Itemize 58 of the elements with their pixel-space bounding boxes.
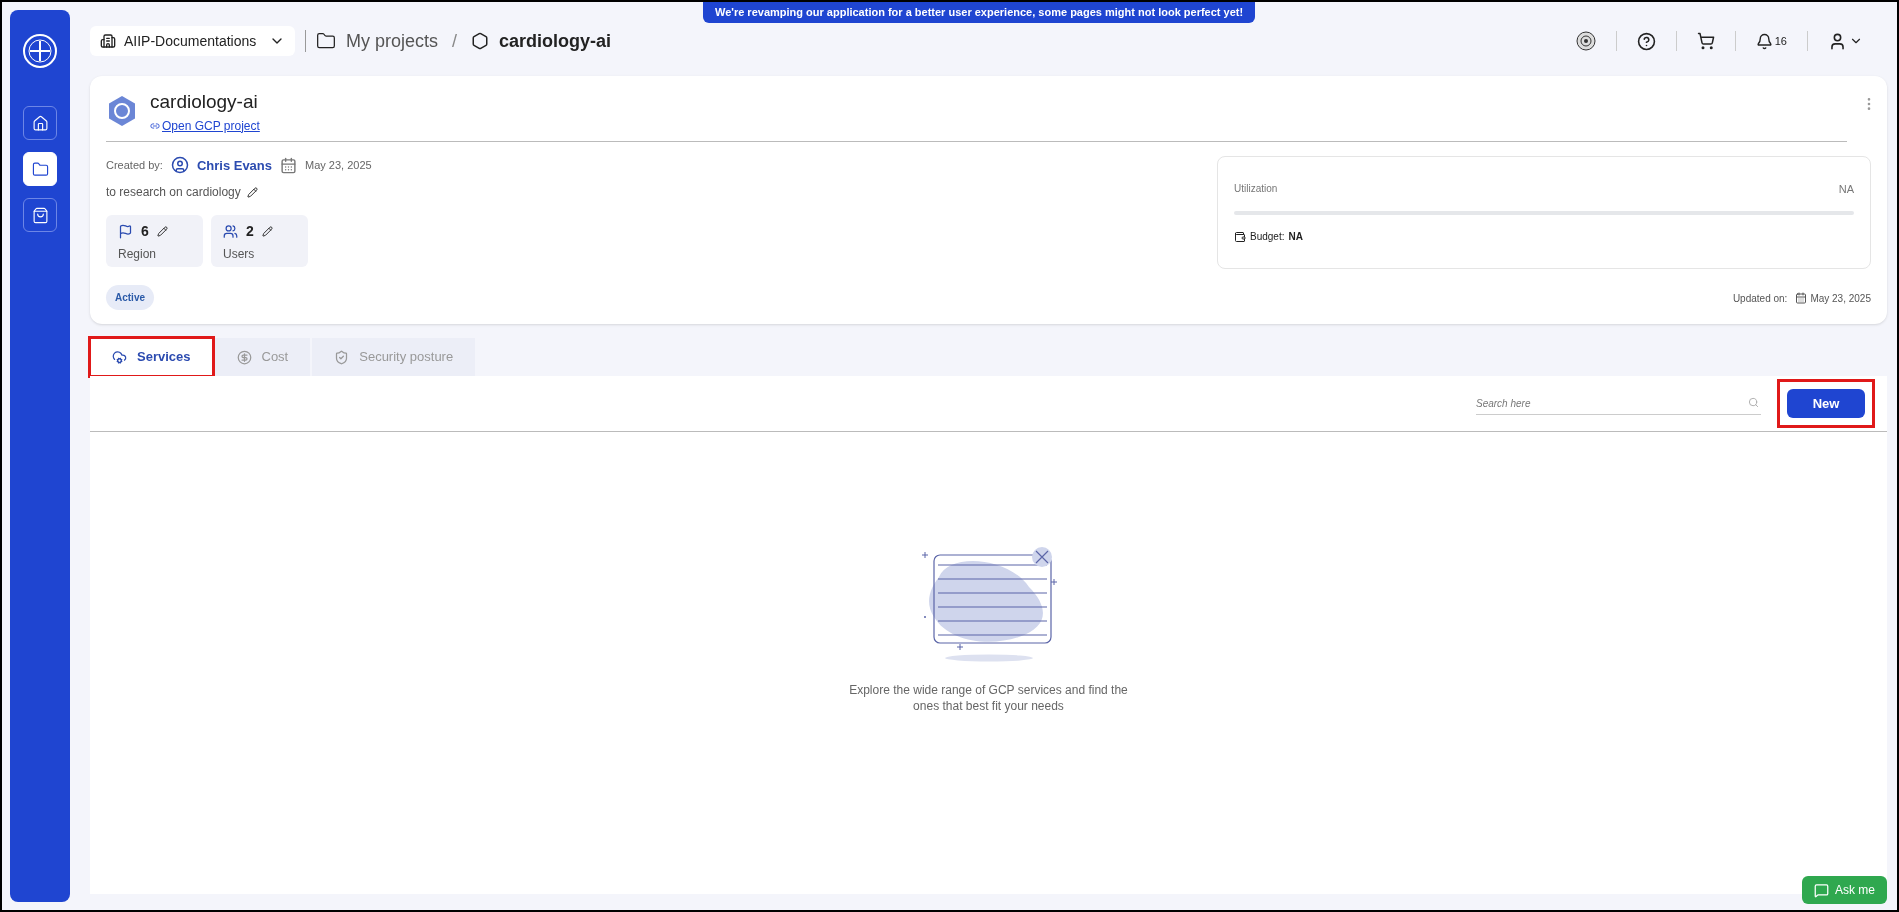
stat-value: 6 bbox=[141, 222, 149, 241]
search-field[interactable]: Search here bbox=[1476, 392, 1761, 415]
user-icon bbox=[1828, 31, 1847, 51]
announcement-banner: We're revamping our application for a better user experience, some pages might not look perfect yet! bbox=[703, 2, 1256, 23]
services-icon bbox=[112, 349, 127, 365]
sidebar-item[interactable] bbox=[23, 106, 57, 140]
updated-date: May 23, 2025 bbox=[1810, 291, 1871, 306]
home-icon bbox=[31, 114, 49, 132]
sidebar-item[interactable] bbox=[23, 198, 57, 232]
project-icon bbox=[106, 95, 138, 128]
breadcrumb-current: cardiology-ai bbox=[499, 29, 612, 53]
breadcrumb-separator: / bbox=[452, 29, 458, 53]
search-icon bbox=[1748, 396, 1759, 408]
link-icon bbox=[150, 120, 160, 131]
creator-link[interactable]: Chris Evans bbox=[196, 155, 273, 175]
stat-label: Users bbox=[223, 246, 256, 263]
utilization-label: Utilization bbox=[1234, 181, 1278, 196]
stat-value: 2 bbox=[246, 222, 254, 241]
chat-icon bbox=[1814, 882, 1829, 898]
project-description: to research on cardiology bbox=[106, 184, 241, 201]
folder-icon bbox=[31, 160, 49, 178]
new-button[interactable]: New bbox=[1787, 389, 1865, 418]
user-circle-icon bbox=[170, 156, 189, 175]
building-icon bbox=[100, 33, 116, 49]
users-icon bbox=[223, 224, 238, 239]
edit-icon[interactable] bbox=[261, 226, 273, 237]
help-icon[interactable] bbox=[1636, 31, 1656, 51]
folder-icon bbox=[316, 31, 336, 51]
wallet-icon bbox=[1234, 230, 1246, 243]
stat-label: Region bbox=[118, 246, 158, 263]
region-icon bbox=[118, 224, 133, 239]
tab[interactable]: Services bbox=[90, 338, 213, 376]
target-icon[interactable] bbox=[1575, 31, 1596, 51]
calendar-icon bbox=[1795, 292, 1808, 304]
security-icon bbox=[334, 349, 350, 365]
breadcrumb-link[interactable]: My projects bbox=[346, 27, 439, 55]
budget-value: NA bbox=[1288, 230, 1303, 244]
created-by-label: Created by: bbox=[106, 158, 163, 173]
logo-icon bbox=[23, 34, 57, 68]
project-title: cardiology-ai bbox=[150, 90, 259, 114]
utilization-value: NA bbox=[1838, 181, 1854, 197]
created-date: May 23, 2025 bbox=[305, 158, 372, 173]
edit-icon[interactable] bbox=[246, 186, 258, 198]
workspace-dropdown[interactable]: AIIP-Documentations bbox=[90, 26, 295, 56]
empty-state-message: Explore the wide range of GCP services and find the ones that best fit your needs bbox=[848, 682, 1129, 714]
budget-label: Budget: bbox=[1250, 230, 1285, 244]
hexagon-icon bbox=[471, 32, 490, 50]
bag-icon bbox=[31, 206, 49, 224]
user-menu-button[interactable] bbox=[1828, 31, 1863, 51]
gcp-project-link[interactable]: Open GCP project bbox=[150, 116, 260, 135]
edit-icon[interactable] bbox=[156, 226, 168, 237]
bell-icon bbox=[1755, 32, 1773, 50]
notifications-button[interactable]: 16 bbox=[1755, 32, 1787, 50]
calendar-icon bbox=[280, 156, 298, 174]
cart-icon[interactable] bbox=[1696, 32, 1715, 50]
cost-icon bbox=[236, 349, 252, 365]
updated-label: Updated on: bbox=[1732, 291, 1788, 306]
status-badge: Active bbox=[106, 285, 154, 310]
